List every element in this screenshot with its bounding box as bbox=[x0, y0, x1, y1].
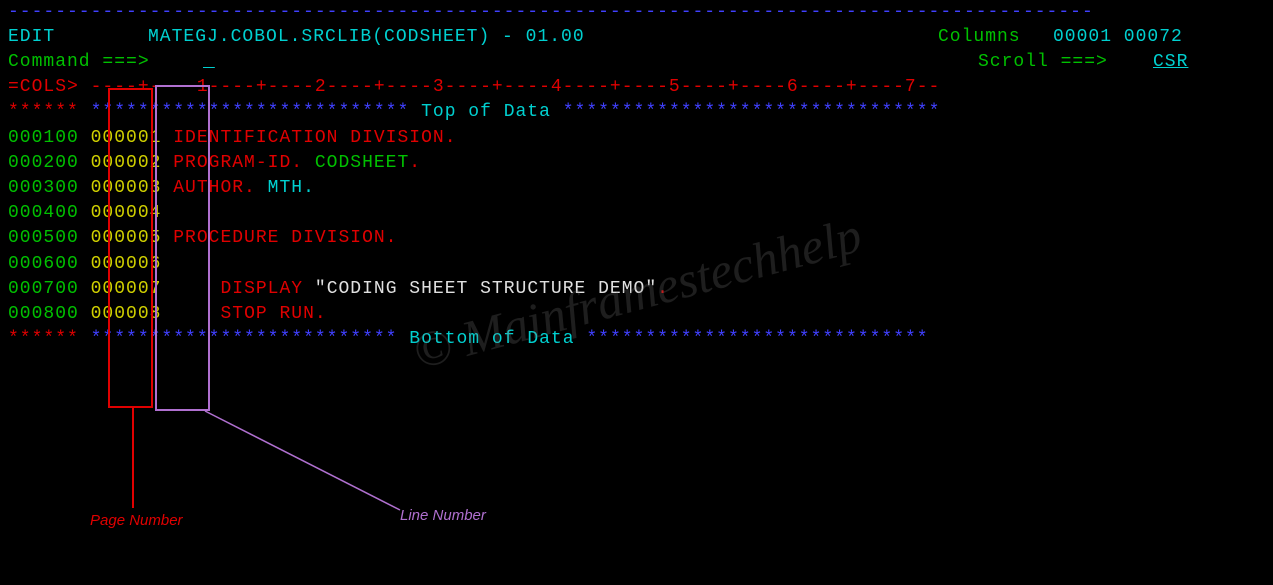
command-label: Command ===> bbox=[8, 50, 150, 75]
columns-value: 00001 00072 bbox=[1053, 25, 1183, 50]
header-line-1: EDIT MATEGJ.COBOL.SRCLIB(CODSHEET) - 01.… bbox=[8, 25, 1273, 50]
code-token: CODSHEET bbox=[315, 153, 409, 173]
code-token bbox=[173, 304, 220, 324]
top-of-data: ****** *************************** Top o… bbox=[8, 100, 1273, 125]
line-number: 000001 bbox=[91, 128, 162, 148]
code-token: . bbox=[657, 279, 669, 299]
columns-label: Columns bbox=[938, 25, 1021, 50]
sequence-number: 000600 bbox=[8, 254, 79, 274]
command-input[interactable] bbox=[203, 50, 973, 75]
page-number-leader bbox=[132, 408, 134, 508]
code-token: . bbox=[409, 153, 421, 173]
code-line[interactable]: 000200 000002 PROGRAM-ID. CODSHEET. bbox=[8, 151, 1273, 176]
code-token: STOP RUN. bbox=[220, 304, 326, 324]
line-number: 000008 bbox=[91, 304, 162, 324]
code-line[interactable]: 000800 000008 STOP RUN. bbox=[8, 302, 1273, 327]
code-token: AUTHOR. bbox=[173, 178, 267, 198]
sequence-number: 000100 bbox=[8, 128, 79, 148]
code-token: PROGRAM-ID. bbox=[173, 153, 315, 173]
line-number: 000004 bbox=[91, 203, 162, 223]
dataset-name: MATEGJ.COBOL.SRCLIB(CODSHEET) - 01.00 bbox=[148, 25, 585, 50]
code-token: PROCEDURE DIVISION. bbox=[173, 228, 397, 248]
code-token: MTH. bbox=[268, 178, 315, 198]
scroll-input[interactable]: CSR bbox=[1153, 50, 1188, 75]
code-line[interactable]: 000700 000007 DISPLAY "CODING SHEET STRU… bbox=[8, 277, 1273, 302]
cols-ruler: =COLS> ----+----1----+----2----+----3---… bbox=[8, 75, 1273, 100]
line-number: 000002 bbox=[91, 153, 162, 173]
line-number: 000007 bbox=[91, 279, 162, 299]
sequence-number: 000300 bbox=[8, 178, 79, 198]
code-line[interactable]: 000600 000006 bbox=[8, 252, 1273, 277]
sequence-number: 000500 bbox=[8, 228, 79, 248]
top-separator: ----------------------------------------… bbox=[8, 0, 1273, 25]
line-number: 000003 bbox=[91, 178, 162, 198]
code-token bbox=[173, 279, 220, 299]
bottom-of-data: ****** ************************** Bottom… bbox=[8, 327, 1273, 352]
line-number-label: Line Number bbox=[400, 505, 486, 526]
code-line[interactable]: 000300 000003 AUTHOR. MTH. bbox=[8, 176, 1273, 201]
code-token: IDENTIFICATION DIVISION. bbox=[173, 128, 456, 148]
sequence-number: 000700 bbox=[8, 279, 79, 299]
header-line-2: Command ===> Scroll ===> CSR bbox=[8, 50, 1273, 75]
code-token: "CODING SHEET STRUCTURE DEMO" bbox=[315, 279, 657, 299]
mode-label: EDIT bbox=[8, 25, 55, 50]
code-lines: 000100 000001 IDENTIFICATION DIVISION.00… bbox=[8, 126, 1273, 328]
sequence-number: 000400 bbox=[8, 203, 79, 223]
scroll-label: Scroll ===> bbox=[978, 50, 1108, 75]
line-number: 000005 bbox=[91, 228, 162, 248]
line-number: 000006 bbox=[91, 254, 162, 274]
sequence-number: 000800 bbox=[8, 304, 79, 324]
code-line[interactable]: 000100 000001 IDENTIFICATION DIVISION. bbox=[8, 126, 1273, 151]
code-token: DISPLAY bbox=[220, 279, 314, 299]
code-line[interactable]: 000500 000005 PROCEDURE DIVISION. bbox=[8, 226, 1273, 251]
code-line[interactable]: 000400 000004 bbox=[8, 201, 1273, 226]
sequence-number: 000200 bbox=[8, 153, 79, 173]
page-number-label: Page Number bbox=[90, 510, 183, 531]
